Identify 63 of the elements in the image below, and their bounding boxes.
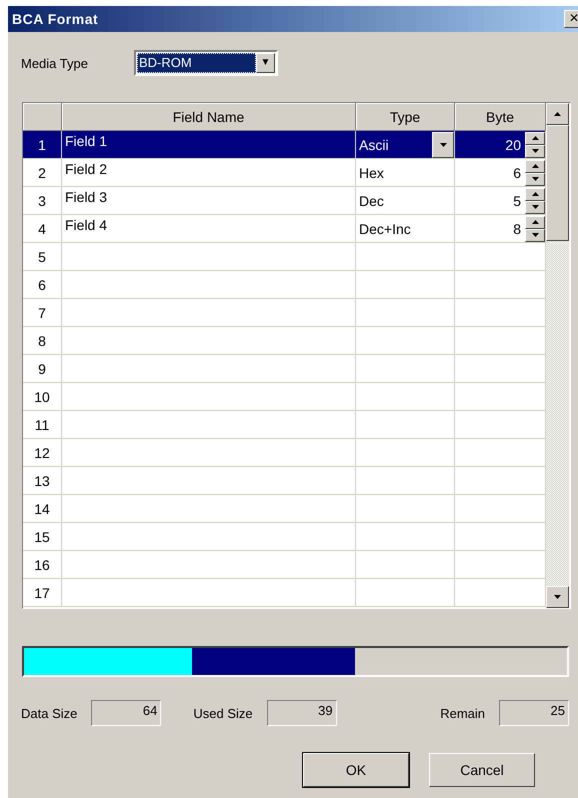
spin-buttons[interactable] bbox=[525, 216, 545, 242]
row-number[interactable]: 17 bbox=[23, 579, 62, 607]
size-label: Data Size bbox=[21, 706, 78, 720]
down-arrow-icon bbox=[532, 205, 538, 209]
row-number[interactable]: 2 bbox=[23, 159, 62, 187]
scroll-up-icon bbox=[554, 112, 561, 116]
row-number[interactable]: 16 bbox=[23, 551, 62, 579]
up-arrow-icon bbox=[532, 136, 538, 140]
dialog-button[interactable]: Cancel bbox=[429, 753, 535, 787]
table-cell: Field 2 bbox=[62, 159, 356, 187]
size-field: 25 bbox=[499, 700, 569, 726]
table-cell: Hex bbox=[356, 159, 455, 187]
row-number[interactable]: 13 bbox=[23, 467, 62, 495]
table-cell: 6 bbox=[455, 159, 546, 187]
size-label: Remain bbox=[440, 706, 485, 720]
column-header[interactable]: Byte bbox=[455, 103, 546, 131]
table-cell: 20 bbox=[455, 131, 546, 159]
up-arrow-icon bbox=[532, 192, 538, 196]
spin-buttons[interactable] bbox=[525, 132, 545, 158]
row-number[interactable]: 10 bbox=[23, 383, 62, 411]
column-header[interactable]: Field Name bbox=[62, 103, 356, 131]
media-type-dropdown[interactable]: BD-ROM ▼ bbox=[134, 50, 278, 76]
down-arrow-icon bbox=[532, 233, 538, 237]
up-arrow-icon bbox=[532, 220, 538, 224]
row-number[interactable]: 7 bbox=[23, 299, 62, 327]
row-number[interactable]: 11 bbox=[23, 411, 62, 439]
table-cell: Field 1 bbox=[62, 131, 356, 159]
row-number[interactable]: 14 bbox=[23, 495, 62, 523]
dropdown-button[interactable] bbox=[432, 132, 454, 158]
media-type-label: Media Type bbox=[21, 56, 89, 70]
table-cell: Field 3 bbox=[62, 187, 356, 215]
size-field: 64 bbox=[91, 700, 162, 726]
row-number[interactable]: 5 bbox=[23, 243, 62, 271]
row-number[interactable]: 12 bbox=[23, 439, 62, 467]
scrollbar[interactable] bbox=[546, 103, 569, 608]
table-cell: 8 bbox=[455, 215, 546, 243]
table-cell: 5 bbox=[455, 187, 546, 215]
row-number[interactable]: 3 bbox=[23, 187, 62, 215]
row-number[interactable]: 15 bbox=[23, 523, 62, 551]
row-number[interactable]: 8 bbox=[23, 327, 62, 355]
scroll-down-icon bbox=[554, 595, 561, 599]
row-number[interactable]: 4 bbox=[23, 215, 62, 243]
down-arrow-icon bbox=[532, 149, 538, 153]
row-number[interactable]: 9 bbox=[23, 355, 62, 383]
row-number[interactable]: 6 bbox=[23, 271, 62, 299]
table-cell: Ascii bbox=[356, 131, 455, 159]
window-title: BCA Format bbox=[12, 11, 98, 27]
column-header[interactable]: Type bbox=[356, 103, 455, 131]
table-cell: Dec bbox=[356, 187, 455, 215]
caret-icon bbox=[440, 142, 446, 146]
dialog-button[interactable]: OK bbox=[303, 753, 409, 787]
close-button[interactable]: × bbox=[564, 10, 578, 28]
size-field: 39 bbox=[266, 700, 337, 726]
spin-buttons[interactable] bbox=[525, 160, 545, 186]
size-label: Used Size bbox=[193, 706, 253, 720]
spin-buttons[interactable] bbox=[525, 188, 545, 214]
row-number[interactable]: 1 bbox=[23, 131, 62, 159]
scroll-thumb[interactable] bbox=[546, 125, 569, 241]
dropdown-button[interactable]: ▼ bbox=[256, 53, 275, 73]
table-cell: Field 4 bbox=[62, 215, 356, 243]
down-arrow-icon bbox=[532, 177, 538, 181]
table-cell: Dec+Inc bbox=[356, 215, 455, 243]
up-arrow-icon bbox=[532, 164, 538, 168]
